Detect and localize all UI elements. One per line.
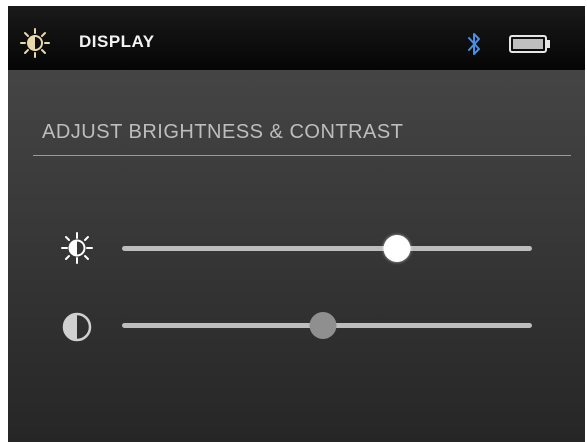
brightness-slider-thumb[interactable]: [383, 235, 411, 262]
brightness-icon: [61, 232, 93, 264]
display-settings-screen: DISPLAY ADJUST BRIGHTNESS & CONTRAST: [8, 6, 585, 442]
divider: [33, 155, 571, 156]
contrast-icon: [62, 312, 92, 342]
contrast-slider[interactable]: [122, 311, 532, 341]
brightness-slider-track[interactable]: [122, 246, 532, 251]
brightness-icon: [20, 28, 50, 58]
section-title: ADJUST BRIGHTNESS & CONTRAST: [42, 121, 404, 143]
contrast-slider-thumb[interactable]: [309, 312, 337, 339]
header-bar: DISPLAY: [8, 6, 585, 70]
brightness-slider[interactable]: [122, 234, 532, 264]
bluetooth-icon[interactable]: [466, 31, 482, 57]
page-title: DISPLAY: [79, 32, 155, 51]
battery-icon: [509, 35, 550, 53]
